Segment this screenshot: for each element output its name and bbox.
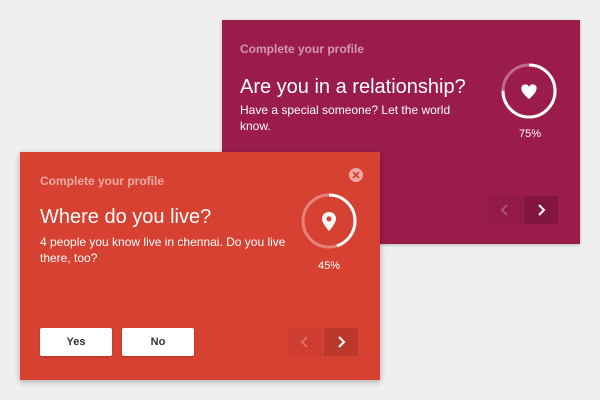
no-button[interactable]: No: [122, 328, 194, 356]
progress-ring: [300, 192, 358, 250]
card-title: Where do you live?: [40, 206, 212, 228]
chevron-left-icon: [300, 336, 308, 348]
chevron-right-icon: [338, 336, 346, 348]
next-button[interactable]: [324, 328, 358, 356]
card-header: Complete your profile: [40, 174, 165, 188]
chevron-right-icon: [538, 204, 546, 216]
card-header: Complete your profile: [240, 42, 365, 56]
chevron-left-icon: [500, 204, 508, 216]
close-button[interactable]: [349, 168, 363, 182]
location-profile-card: Complete your profile Where do you live?…: [20, 152, 380, 380]
card-title: Are you in a relationship?: [240, 76, 466, 98]
previous-button[interactable]: [288, 328, 322, 356]
heart-icon: [521, 84, 537, 99]
yes-button[interactable]: Yes: [40, 328, 112, 356]
next-button[interactable]: [524, 196, 558, 224]
previous-button[interactable]: [488, 196, 522, 224]
card-description: Have a special someone? Let the world kn…: [240, 103, 451, 133]
progress-percentage: 75%: [518, 128, 542, 140]
close-icon: [352, 171, 360, 179]
card-description: 4 people you know live in chennai. Do yo…: [40, 235, 286, 265]
progress-percentage: 45%: [317, 260, 341, 272]
location-pin-icon: [322, 212, 336, 231]
progress-ring: [500, 62, 558, 120]
